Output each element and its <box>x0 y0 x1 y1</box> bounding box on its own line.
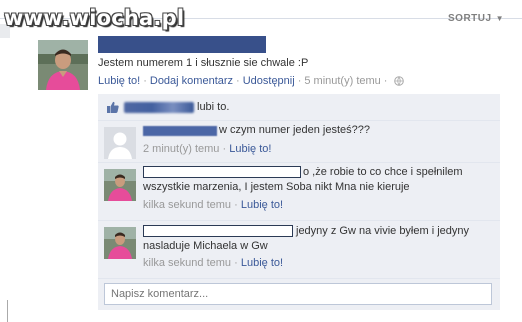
comment-text-line1: jedyny z Gw na vivie byłem i jedyny <box>296 225 470 237</box>
post-timestamp[interactable]: 5 minut(y) temu <box>304 75 380 87</box>
post-text: Jestem numerem 1 i słusznie sie chwale :… <box>98 57 309 69</box>
separator: · <box>222 143 227 155</box>
comment: o ,że robie to co chce i spełnilem wszys… <box>98 162 500 220</box>
like-link[interactable]: Lubię to! <box>229 143 271 155</box>
profile-photo <box>104 227 136 259</box>
avatar[interactable] <box>104 227 136 259</box>
comment: w czym numer jeden jesteś??? 2 minut(y) … <box>98 120 500 162</box>
commenter-name-obscured[interactable] <box>143 126 217 136</box>
commenter-name-redacted <box>143 225 293 237</box>
add-comment-link[interactable]: Dodaj komentarz <box>150 75 233 87</box>
liker-name-obscured[interactable] <box>124 101 194 113</box>
separator: · <box>383 75 388 87</box>
comment-meta: kilka sekund temu · Lubię to! <box>143 257 283 269</box>
default-avatar-icon <box>104 127 136 159</box>
likes-summary: lubi to. <box>98 96 498 118</box>
comment-text: w czym numer jeden jesteś??? <box>219 124 371 136</box>
like-link[interactable]: Lubię to! <box>241 199 283 211</box>
sort-label: SORTUJ <box>448 13 492 24</box>
avatar[interactable] <box>104 169 136 201</box>
separator: · <box>297 75 302 87</box>
separator: · <box>236 75 240 87</box>
comment-text-line2: wszystkie marzenia, I jestem Soba nikt M… <box>143 181 410 193</box>
like-link[interactable]: Lubię to! <box>241 257 283 269</box>
facebook-feed: www.wiocha.pl SORTUJ ▼ Jestem numerem 1 … <box>0 0 522 322</box>
sort-dropdown[interactable]: SORTUJ ▼ <box>448 13 504 24</box>
author-name-redacted <box>98 36 266 53</box>
share-link[interactable]: Udostępnij <box>243 75 295 87</box>
comment-input[interactable] <box>104 283 492 305</box>
avatar[interactable] <box>38 40 88 90</box>
avatar[interactable] <box>104 127 136 159</box>
comment-composer <box>98 278 500 310</box>
commenter-name-redacted <box>143 166 301 178</box>
comment-text-line1: o ,że robie to co chce i spełnilem <box>303 166 463 178</box>
thumbs-up-icon <box>106 100 120 114</box>
separator: · <box>234 199 238 211</box>
profile-photo <box>104 169 136 201</box>
profile-photo <box>38 40 88 90</box>
left-edge-fragment-bottom <box>0 300 8 322</box>
comment-timestamp[interactable]: 2 minut(y) temu <box>143 143 219 155</box>
separator: · <box>143 75 147 87</box>
comment-timestamp[interactable]: kilka sekund temu <box>143 199 231 211</box>
comment: jedyny z Gw na vivie byłem i jedyny nasl… <box>98 220 500 278</box>
watermark-logo: www.wiocha.pl <box>4 6 185 30</box>
comments-thread: lubi to. w czym numer jeden jesteś??? 2 … <box>98 94 500 310</box>
comment-meta: 2 minut(y) temu · Lubię to! <box>143 143 271 155</box>
comment-timestamp[interactable]: kilka sekund temu <box>143 257 231 269</box>
caret-down-icon: ▼ <box>495 14 504 23</box>
comment-text-line2: nasladuje Michaela w Gw <box>143 240 268 252</box>
likes-text: lubi to. <box>197 101 230 113</box>
globe-icon[interactable] <box>394 76 405 86</box>
separator: · <box>234 257 238 269</box>
post-actions: Lubię to! · Dodaj komentarz · Udostępnij… <box>98 75 405 87</box>
like-link[interactable]: Lubię to! <box>98 75 140 87</box>
comment-meta: kilka sekund temu · Lubię to! <box>143 199 283 211</box>
